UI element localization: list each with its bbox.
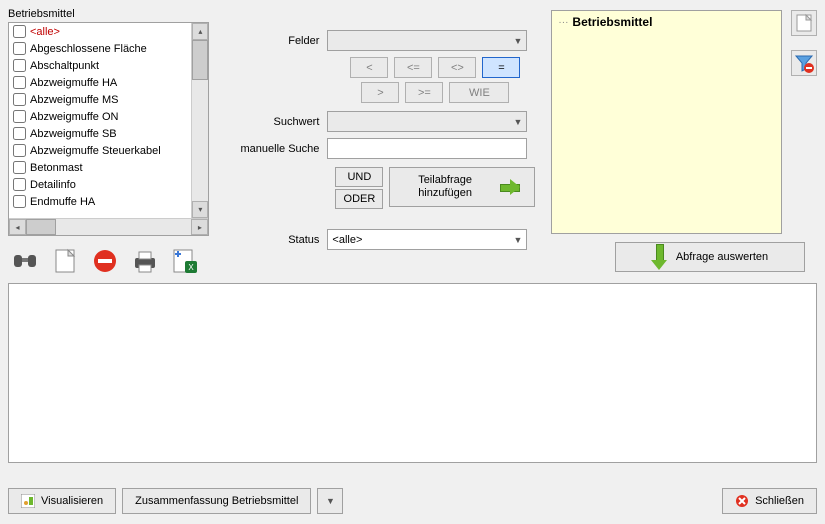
visualize-label: Visualisieren: [41, 495, 103, 507]
list-item-label: <alle>: [30, 26, 60, 38]
results-panel: [8, 283, 817, 463]
op-gt-button[interactable]: >: [361, 82, 399, 103]
op-eq-button[interactable]: =: [482, 57, 520, 78]
suchwert-dropdown[interactable]: ▼: [327, 111, 527, 132]
checkbox[interactable]: [13, 25, 26, 38]
op-like-button[interactable]: WIE: [449, 82, 509, 103]
query-tree[interactable]: ··· Betriebsmittel: [551, 10, 782, 234]
list-item-label: Abschaltpunkt: [30, 60, 99, 72]
list-item-label: Abzweigmuffe Steuerkabel: [30, 145, 161, 157]
svg-text:X: X: [188, 263, 194, 272]
and-button[interactable]: UND: [335, 167, 383, 187]
status-dropdown[interactable]: <alle> ▼: [327, 229, 527, 250]
checkbox[interactable]: [13, 76, 26, 89]
list-item[interactable]: Abzweigmuffe Steuerkabel: [9, 142, 208, 159]
scroll-up-arrow-icon[interactable]: ▴: [192, 23, 208, 40]
tree-root-label: Betriebsmittel: [572, 15, 652, 29]
scroll-thumb[interactable]: [192, 40, 208, 80]
list-item-label: Abzweigmuffe HA: [30, 77, 117, 89]
new-page-icon[interactable]: [48, 244, 82, 278]
manuelle-suche-input[interactable]: [327, 138, 527, 159]
list-item[interactable]: Abgeschlossene Fläche: [9, 40, 208, 57]
list-item[interactable]: Abzweigmuffe MS: [9, 91, 208, 108]
close-button[interactable]: Schließen: [722, 488, 817, 514]
new-query-button[interactable]: [791, 10, 817, 36]
delete-icon[interactable]: [88, 244, 122, 278]
chevron-down-icon: ▼: [513, 235, 522, 245]
list-item-label: Abzweigmuffe SB: [30, 128, 117, 140]
summary-dropdown-button[interactable]: ▼: [317, 488, 343, 514]
add-subquery-button[interactable]: Teilabfrage hinzufügen: [389, 167, 535, 207]
visualize-button[interactable]: Visualisieren: [8, 488, 116, 514]
scroll-thumb[interactable]: [26, 219, 56, 235]
binoculars-icon[interactable]: [8, 244, 42, 278]
checkbox[interactable]: [13, 195, 26, 208]
status-label: Status: [217, 234, 327, 246]
checkbox[interactable]: [13, 42, 26, 55]
scroll-down-arrow-icon[interactable]: ▾: [192, 201, 208, 218]
checkbox[interactable]: [13, 144, 26, 157]
op-lte-button[interactable]: <=: [394, 57, 432, 78]
chevron-down-icon: ▼: [513, 36, 522, 46]
checkbox[interactable]: [13, 110, 26, 123]
list-item-label: Endmuffe HA: [30, 196, 95, 208]
suchwert-label: Suchwert: [217, 116, 327, 128]
list-item-label: Detailinfo: [30, 179, 76, 191]
felder-dropdown[interactable]: ▼: [327, 30, 527, 51]
op-ne-button[interactable]: <>: [438, 57, 476, 78]
summary-label: Zusammenfassung Betriebsmittel: [135, 495, 298, 507]
list-item-label: Betonmast: [30, 162, 83, 174]
betriebsmittel-list[interactable]: <alle> Abgeschlossene Fläche Abschaltpun…: [8, 22, 209, 236]
list-item[interactable]: Abzweigmuffe ON: [9, 108, 208, 125]
scroll-right-arrow-icon[interactable]: ▸: [191, 219, 208, 235]
chevron-down-icon: ▼: [513, 117, 522, 127]
panel-title-betriebsmittel: Betriebsmittel: [8, 8, 209, 20]
list-item[interactable]: Abzweigmuffe HA: [9, 74, 208, 91]
print-icon[interactable]: [128, 244, 162, 278]
summary-button[interactable]: Zusammenfassung Betriebsmittel: [122, 488, 311, 514]
arrow-down-icon: [652, 244, 666, 270]
evaluate-label: Abfrage auswerten: [676, 251, 768, 263]
checkbox[interactable]: [13, 127, 26, 140]
arrow-right-icon: [500, 181, 521, 193]
list-item-label: Abgeschlossene Fläche: [30, 43, 147, 55]
op-gte-button[interactable]: >=: [405, 82, 443, 103]
status-value: <alle>: [332, 234, 362, 246]
horizontal-scrollbar[interactable]: ◂ ▸: [9, 218, 208, 235]
manuelle-suche-label: manuelle Suche: [217, 143, 327, 155]
list-item-label: Abzweigmuffe MS: [30, 94, 118, 106]
or-button[interactable]: ODER: [335, 189, 383, 209]
list-item-label: Abzweigmuffe ON: [30, 111, 118, 123]
filter-delete-button[interactable]: [791, 50, 817, 76]
add-subquery-label: Teilabfrage hinzufügen: [404, 174, 485, 200]
checkbox[interactable]: [13, 178, 26, 191]
list-item[interactable]: Endmuffe HA: [9, 193, 208, 210]
checkbox[interactable]: [13, 59, 26, 72]
list-item[interactable]: Betonmast: [9, 159, 208, 176]
felder-label: Felder: [217, 35, 327, 47]
list-item[interactable]: Abschaltpunkt: [9, 57, 208, 74]
list-item[interactable]: <alle>: [9, 23, 208, 40]
export-excel-icon[interactable]: X: [168, 244, 202, 278]
close-label: Schließen: [755, 495, 804, 507]
checkbox[interactable]: [13, 161, 26, 174]
list-item[interactable]: Detailinfo: [9, 176, 208, 193]
tree-connector-icon: ···: [558, 17, 568, 28]
list-item[interactable]: Abzweigmuffe SB: [9, 125, 208, 142]
op-lt-button[interactable]: <: [350, 57, 388, 78]
evaluate-button[interactable]: Abfrage auswerten: [615, 242, 805, 272]
chevron-down-icon: ▼: [326, 496, 335, 506]
scroll-left-arrow-icon[interactable]: ◂: [9, 219, 26, 235]
checkbox[interactable]: [13, 93, 26, 106]
vertical-scrollbar[interactable]: ▴ ▾: [191, 23, 208, 218]
